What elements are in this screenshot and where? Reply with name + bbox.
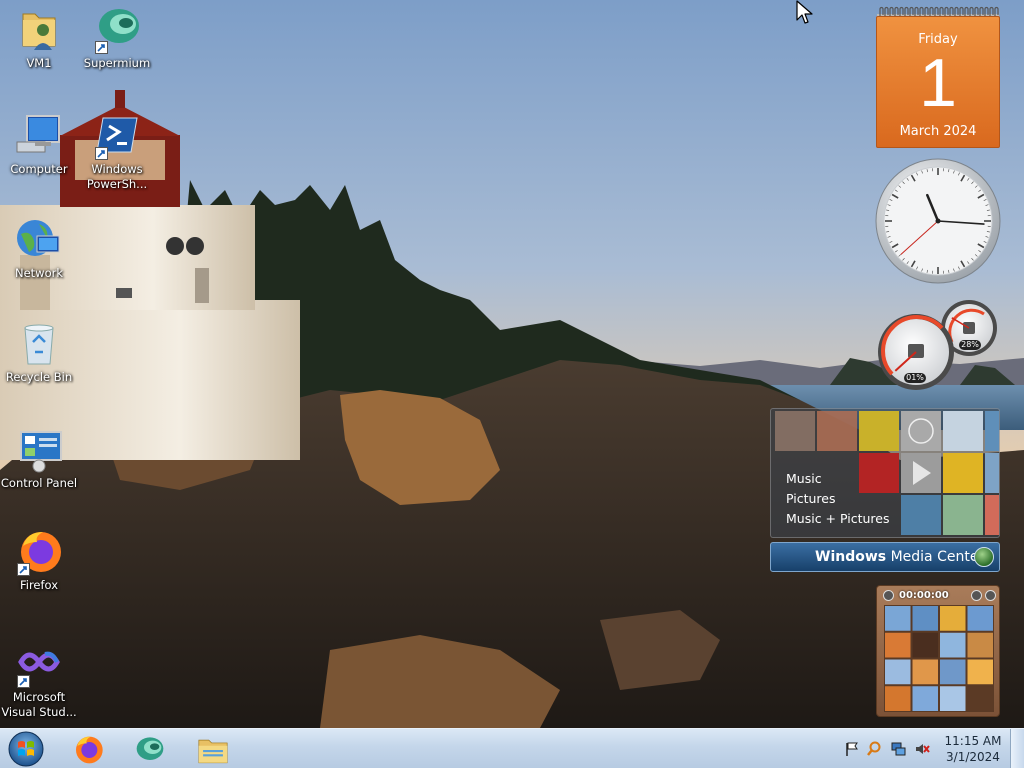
cpu-meter-gadget[interactable]: 01% 28% bbox=[872, 298, 1002, 392]
media-center-gadget[interactable]: Music Pictures Music + Pictures Windows … bbox=[770, 408, 1000, 572]
puzzle-tile[interactable] bbox=[967, 632, 994, 658]
puzzle-tile[interactable] bbox=[912, 606, 939, 631]
start-button[interactable] bbox=[6, 730, 46, 768]
puzzle-tile[interactable] bbox=[940, 632, 966, 658]
network-globe-icon bbox=[15, 216, 63, 264]
firefox-icon bbox=[76, 736, 103, 764]
desktop-icon-computer[interactable]: Computer bbox=[0, 112, 78, 177]
desktop-icon-recycle-bin[interactable]: Recycle Bin bbox=[0, 320, 78, 385]
puzzle-tile[interactable] bbox=[912, 659, 939, 685]
puzzle-tile[interactable] bbox=[940, 659, 966, 685]
calendar-page: Friday 1 March 2024 bbox=[876, 16, 1000, 148]
network-icon[interactable] bbox=[890, 741, 906, 757]
puzzle-tile[interactable] bbox=[967, 606, 994, 631]
media-center-tile-wall[interactable]: Music Pictures Music + Pictures bbox=[770, 408, 1000, 538]
puzzle-tile[interactable] bbox=[940, 606, 966, 631]
clock-gadget[interactable] bbox=[874, 157, 1002, 285]
shortcut-arrow-icon bbox=[95, 147, 108, 160]
puzzle-tile[interactable] bbox=[967, 659, 994, 685]
windows-start-orb-icon bbox=[8, 731, 44, 767]
puzzle-tile[interactable] bbox=[912, 632, 939, 658]
puzzle-header: 00:00:00 bbox=[881, 589, 997, 603]
memory-usage-value: 28% bbox=[959, 340, 981, 350]
puzzle-tile[interactable] bbox=[885, 606, 911, 631]
show-desktop-button[interactable] bbox=[1010, 729, 1024, 768]
desktop-icon-label: Control Panel bbox=[0, 476, 78, 490]
puzzle-pause-icon[interactable] bbox=[883, 590, 894, 601]
desktop-icon-label: Supermium bbox=[83, 56, 151, 70]
desktop-icon-control-panel[interactable]: Control Panel bbox=[0, 426, 78, 491]
desktop-icon-label: Computer bbox=[10, 162, 68, 176]
puzzle-tile[interactable] bbox=[885, 632, 911, 658]
desktop-icon-supermium[interactable]: Supermium bbox=[78, 6, 156, 71]
puzzle-tile[interactable] bbox=[967, 686, 994, 711]
desktop-icon-vm1[interactable]: VM1 bbox=[0, 6, 78, 71]
cpu-meter-dials bbox=[878, 300, 997, 390]
picture-puzzle-gadget[interactable]: 00:00:00 bbox=[876, 585, 1000, 717]
system-tray bbox=[838, 729, 938, 768]
shortcut-arrow-icon bbox=[17, 563, 30, 576]
mouse-cursor-icon bbox=[796, 0, 813, 24]
media-center-launch-bar[interactable]: Windows Media Center bbox=[770, 542, 1000, 572]
desktop-icon-label: Firefox bbox=[19, 578, 59, 592]
media-menu-music[interactable]: Music bbox=[786, 469, 890, 489]
desktop-icon-visual-studio[interactable]: Microsoft Visual Stud... bbox=[0, 640, 78, 720]
taskbar-firefox-button[interactable] bbox=[60, 730, 116, 768]
desktop-icon-label: Network bbox=[14, 266, 64, 280]
puzzle-timer: 00:00:00 bbox=[899, 590, 949, 601]
media-center-title-rest: Media Center bbox=[886, 549, 985, 565]
powershell-icon bbox=[93, 112, 141, 160]
supermium-icon bbox=[136, 737, 164, 760]
windows-orb-icon bbox=[974, 547, 994, 567]
calendar-month-year: March 2024 bbox=[899, 124, 977, 139]
puzzle-help-icon[interactable] bbox=[971, 590, 982, 601]
desktop-icon-firefox[interactable]: Firefox bbox=[0, 528, 78, 593]
volume-muted-icon[interactable] bbox=[914, 741, 930, 757]
desktop-icon-label: Recycle Bin bbox=[5, 370, 73, 384]
puzzle-tile[interactable] bbox=[912, 686, 939, 711]
taskbar-clock[interactable]: 11:15 AM 3/1/2024 bbox=[940, 733, 1006, 765]
desktop-icon-network[interactable]: Network bbox=[0, 216, 78, 281]
puzzle-tile[interactable] bbox=[885, 659, 911, 685]
action-center-flag-icon[interactable] bbox=[844, 741, 860, 757]
shortcut-arrow-icon bbox=[17, 675, 30, 688]
media-menu-music-pictures[interactable]: Music + Pictures bbox=[786, 509, 890, 529]
firefox-icon bbox=[15, 528, 63, 576]
calendar-day-number: 1 bbox=[919, 45, 957, 121]
computer-icon bbox=[15, 112, 63, 160]
puzzle-solve-icon[interactable] bbox=[985, 590, 996, 601]
supermium-icon bbox=[93, 6, 141, 54]
taskbar-time: 11:15 AM bbox=[944, 734, 1002, 748]
taskbar-file-explorer-button[interactable] bbox=[184, 730, 240, 768]
shortcut-arrow-icon bbox=[95, 41, 108, 54]
puzzle-tile[interactable] bbox=[885, 686, 911, 711]
desktop-icon-label: Microsoft Visual Stud... bbox=[1, 690, 77, 719]
taskbar-supermium-button[interactable] bbox=[122, 730, 178, 768]
calendar-gadget[interactable]: Friday 1 March 2024 bbox=[875, 6, 1001, 148]
visual-studio-icon bbox=[15, 640, 63, 688]
desktop-icon-powershell[interactable]: Windows PowerSh... bbox=[78, 112, 156, 192]
user-folder-icon bbox=[15, 6, 63, 54]
taskbar: 11:15 AM 3/1/2024 bbox=[0, 728, 1024, 768]
media-center-menu: Music Pictures Music + Pictures bbox=[786, 469, 890, 529]
desktop-icon-label: VM1 bbox=[26, 56, 52, 70]
folder-icon bbox=[198, 739, 228, 764]
control-panel-icon bbox=[15, 426, 63, 474]
recycle-bin-icon bbox=[15, 320, 63, 368]
desktop-icon-label: Windows PowerSh... bbox=[86, 162, 148, 191]
media-center-title-bold: Windows bbox=[815, 549, 887, 565]
puzzle-tile[interactable] bbox=[940, 686, 966, 711]
search-magnifier-icon[interactable] bbox=[866, 741, 882, 757]
taskbar-date: 3/1/2024 bbox=[946, 750, 1000, 764]
media-menu-pictures[interactable]: Pictures bbox=[786, 489, 890, 509]
cpu-usage-value: 01% bbox=[904, 373, 926, 383]
puzzle-tiles[interactable] bbox=[884, 605, 994, 712]
